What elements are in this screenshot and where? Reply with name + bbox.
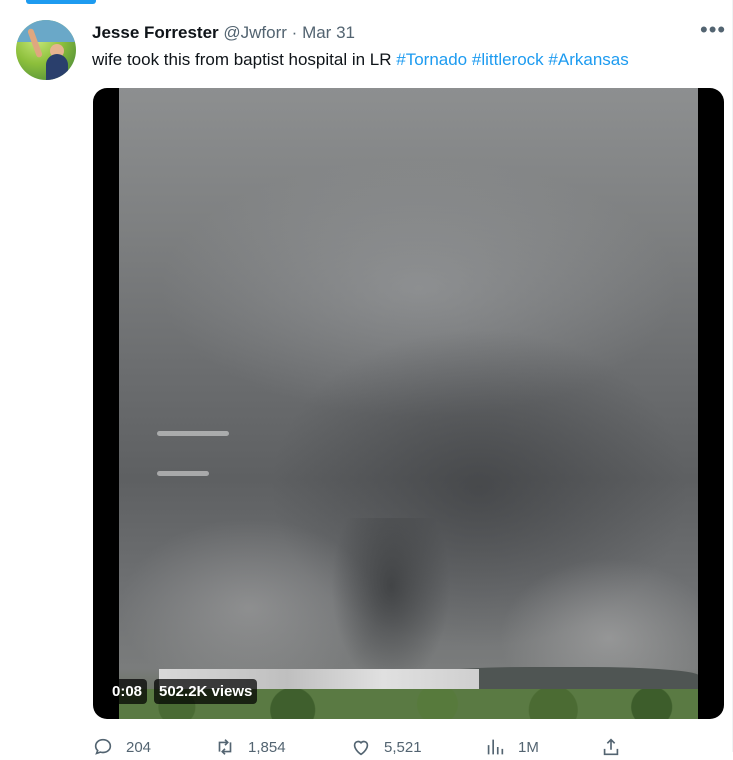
tornado-funnel [331, 518, 451, 688]
tweet-text-plain: wife took this from baptist hospital in … [92, 50, 397, 69]
retweet-count: 1,854 [248, 738, 286, 756]
video-views-badge: 502.2K views [154, 679, 258, 704]
author-name[interactable]: Jesse Forrester [92, 23, 219, 42]
header-separator: · [291, 23, 298, 42]
video-player[interactable]: 0:08 502.2K views [93, 88, 724, 719]
retweet-button[interactable]: 1,854 [214, 734, 286, 760]
share-icon [603, 738, 619, 756]
tweet-header: Jesse Forrester @Jwforr · Mar 31 [92, 22, 355, 44]
video-frame[interactable] [119, 88, 698, 719]
avatar[interactable] [16, 20, 76, 80]
reply-button[interactable]: 204 [92, 734, 151, 760]
analytics-icon [487, 739, 504, 755]
more-icon[interactable]: ••• [700, 17, 726, 43]
top-accent-bar [26, 0, 96, 4]
view-count: 1M [518, 738, 539, 756]
author-handle[interactable]: @Jwforr [223, 23, 287, 42]
retweet-icon [218, 739, 232, 755]
video-time-badge: 0:08 [107, 679, 148, 704]
tweet-text: wife took this from baptist hospital in … [92, 48, 629, 72]
share-button[interactable] [600, 734, 634, 760]
reply-icon [94, 738, 112, 755]
views-button[interactable]: 1M [484, 734, 539, 760]
tweet-actions: 204 1,854 5,521 1M [92, 734, 652, 760]
like-count: 5,521 [384, 738, 422, 756]
like-button[interactable]: 5,521 [350, 734, 422, 760]
hashtag-link[interactable]: #littlerock [472, 50, 544, 69]
hashtag-link[interactable]: #Tornado [396, 50, 467, 69]
reply-count: 204 [126, 738, 152, 756]
hashtag-link[interactable]: #Arkansas [548, 50, 628, 69]
tweet-date[interactable]: Mar 31 [302, 23, 355, 42]
heart-icon [353, 740, 369, 756]
